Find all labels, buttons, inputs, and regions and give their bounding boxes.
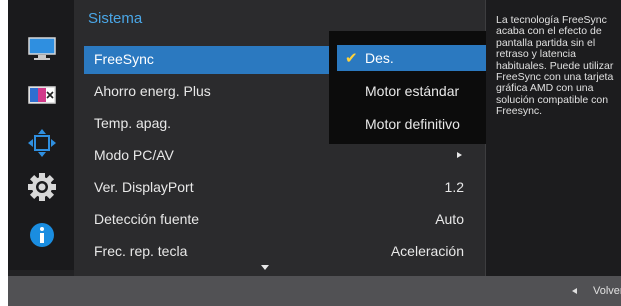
help-text: La tecnología FreeSync acaba con el efec… xyxy=(496,14,614,118)
menu-item-displayport-ver[interactable]: Ver. DisplayPort 1.2 xyxy=(84,174,476,202)
submenu-arrow-icon xyxy=(457,152,462,158)
menu-item-label: Detección fuente xyxy=(94,211,200,227)
system-menu-panel: Sistema FreeSync Ahorro energ. Plus Temp… xyxy=(74,0,543,276)
menu-item-pc-av-mode[interactable]: Modo PC/AV xyxy=(84,142,476,170)
menu-item-value: Auto xyxy=(435,211,464,227)
scroll-down-icon[interactable] xyxy=(261,265,269,270)
position-size-icon[interactable] xyxy=(27,128,57,158)
osd-window: Sistema FreeSync Ahorro energ. Plus Temp… xyxy=(8,0,621,306)
help-panel: La tecnología FreeSync acaba con el efec… xyxy=(486,0,621,276)
submenu-option-label: Motor definitivo xyxy=(365,116,460,132)
bottom-bar: Volver xyxy=(8,276,621,306)
picture-icon[interactable] xyxy=(27,34,57,64)
menu-item-label: Ahorro energ. Plus xyxy=(94,83,211,99)
menu-title: Sistema xyxy=(88,10,143,27)
category-sidebar xyxy=(8,0,74,270)
back-arrow-icon[interactable] xyxy=(572,288,577,294)
back-label[interactable]: Volver xyxy=(593,285,621,297)
menu-item-label: FreeSync xyxy=(94,51,154,67)
menu-item-source-detection[interactable]: Detección fuente Auto xyxy=(84,206,476,234)
menu-item-value: 1.2 xyxy=(444,179,464,195)
color-icon[interactable] xyxy=(27,80,57,110)
menu-item-freesync[interactable]: FreeSync xyxy=(84,46,342,74)
checkmark-icon: ✔ xyxy=(345,50,358,67)
menu-item-label: Frec. rep. tecla xyxy=(94,243,188,259)
submenu-option-label: Motor estándar xyxy=(365,83,460,99)
menu-item-label: Temp. apag. xyxy=(94,115,172,131)
menu-item-key-repeat-time[interactable]: Frec. rep. tecla Aceleración xyxy=(84,238,476,266)
menu-item-label: Modo PC/AV xyxy=(94,147,174,163)
information-icon[interactable] xyxy=(27,220,57,250)
system-gear-icon[interactable] xyxy=(27,172,57,202)
menu-item-value: Aceleración xyxy=(390,243,464,259)
menu-item-label: Ver. DisplayPort xyxy=(94,179,194,195)
submenu-option-label: Des. xyxy=(365,50,394,66)
